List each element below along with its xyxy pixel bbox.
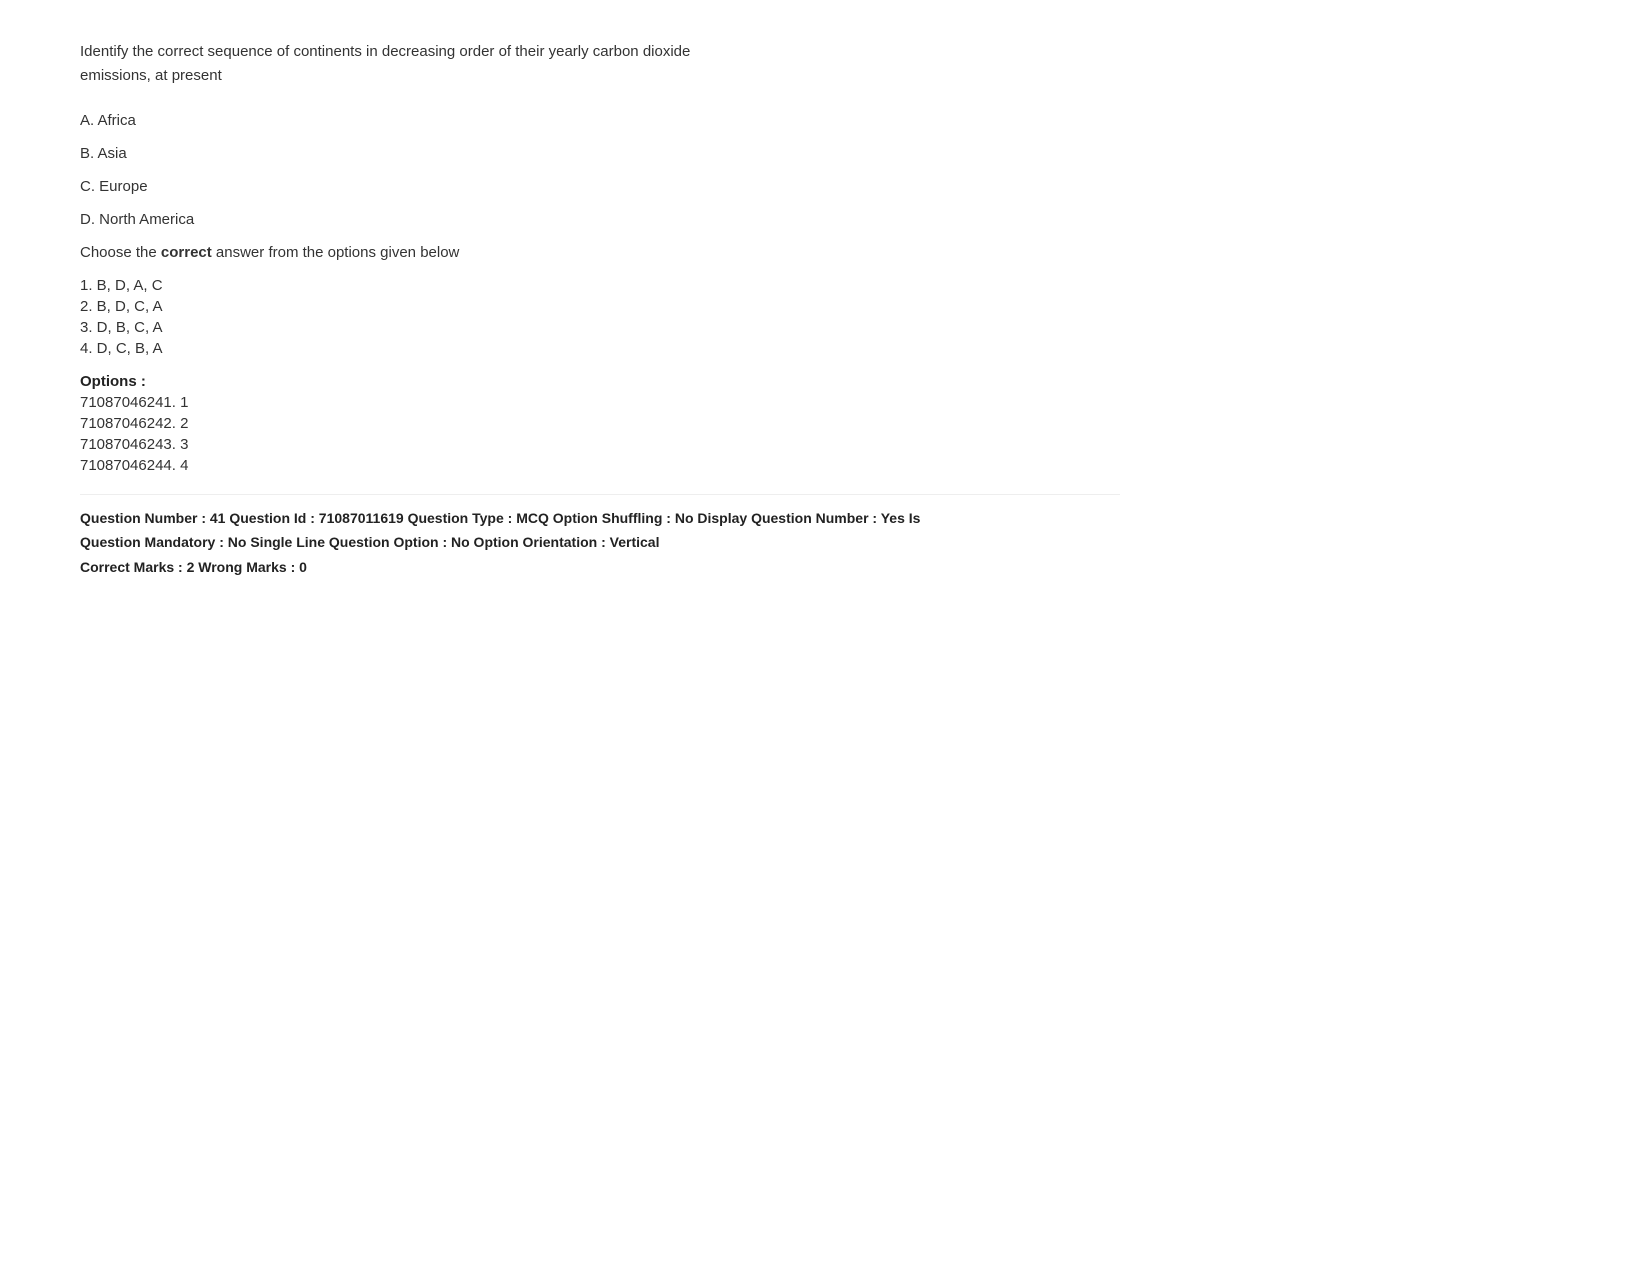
- options-label: Options :: [80, 373, 1120, 390]
- answer-option-4: 4. D, C, B, A: [80, 340, 1120, 357]
- question-line1: Identify the correct sequence of contine…: [80, 43, 690, 60]
- instruction-suffix: answer from the options given below: [212, 244, 460, 261]
- marks-line: Correct Marks : 2 Wrong Marks : 0: [80, 559, 1120, 575]
- option-c: C. Europe: [80, 178, 1120, 195]
- metadata-line2: Question Mandatory : No Single Line Ques…: [80, 531, 1120, 555]
- option-id-3: 71087046243. 3: [80, 436, 1120, 453]
- option-d: D. North America: [80, 211, 1120, 228]
- page-container: Identify the correct sequence of contine…: [0, 0, 1200, 615]
- instruction-prefix: Choose the: [80, 244, 161, 261]
- options-section: Options : 71087046241. 1 71087046242. 2 …: [80, 373, 1120, 474]
- metadata-section: Question Number : 41 Question Id : 71087…: [80, 494, 1120, 575]
- question-line2: emissions, at present: [80, 67, 222, 84]
- option-id-2: 71087046242. 2: [80, 415, 1120, 432]
- option-id-4: 71087046244. 4: [80, 457, 1120, 474]
- instruction-text: Choose the correct answer from the optio…: [80, 244, 1120, 261]
- option-a: A. Africa: [80, 112, 1120, 129]
- answer-option-2: 2. B, D, C, A: [80, 298, 1120, 315]
- instruction-bold: correct: [161, 244, 212, 261]
- question-text: Identify the correct sequence of contine…: [80, 40, 1120, 88]
- option-id-1: 71087046241. 1: [80, 394, 1120, 411]
- metadata-line1: Question Number : 41 Question Id : 71087…: [80, 507, 1120, 531]
- answer-option-1: 1. B, D, A, C: [80, 277, 1120, 294]
- answer-option-3: 3. D, B, C, A: [80, 319, 1120, 336]
- answer-options: 1. B, D, A, C 2. B, D, C, A 3. D, B, C, …: [80, 277, 1120, 357]
- option-b: B. Asia: [80, 145, 1120, 162]
